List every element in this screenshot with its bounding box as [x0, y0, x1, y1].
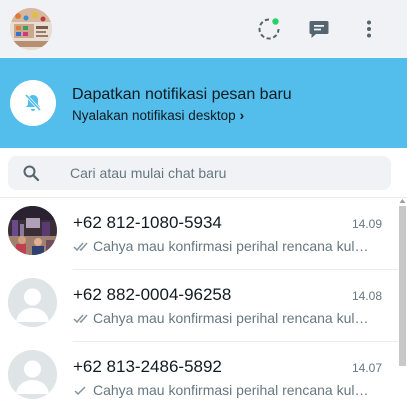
chat-preview-text: Cahya mau konfirmasi perihal rencana kul… — [93, 238, 371, 254]
scrollbar-thumb[interactable] — [399, 206, 406, 366]
contact-avatar — [8, 350, 57, 399]
enable-notifications-link[interactable]: Nyalakan notifikasi desktop › — [72, 108, 244, 123]
profile-avatar[interactable] — [10, 8, 52, 50]
chat-name: +62 813-2486-5892 — [73, 357, 222, 376]
chat-time: 14.07 — [351, 361, 382, 375]
chat-time: 14.08 — [351, 289, 382, 303]
chat-list-header — [0, 0, 407, 58]
chat-preview-text: Cahya mau konfirmasi perihal rencana kul… — [93, 382, 371, 398]
bell-off-icon — [10, 80, 56, 126]
contact-avatar — [8, 278, 57, 327]
chat-name: +62 812-1080-5934 — [73, 213, 222, 232]
search-box[interactable] — [8, 156, 391, 190]
notification-banner[interactable]: Dapatkan notifikasi pesan baru Nyalakan … — [0, 58, 407, 148]
chat-list: +62 812-1080-5934 14.09 Cahya mau konfir… — [0, 198, 398, 409]
chat-time: 14.09 — [351, 217, 382, 231]
banner-title: Dapatkan notifikasi pesan baru — [72, 86, 292, 103]
search-input[interactable] — [70, 163, 370, 183]
chat-preview: Cahya mau konfirmasi perihal rencana kul… — [73, 310, 371, 326]
banner-link-label: Nyalakan notifikasi desktop — [72, 108, 236, 123]
default-avatar-icon — [8, 278, 57, 327]
search-bar — [0, 148, 407, 198]
chat-list-item[interactable]: +62 882-0004-96258 14.08 Cahya mau konfi… — [0, 270, 398, 342]
chevron-right-icon: › — [239, 108, 245, 123]
status-badge — [272, 18, 279, 25]
menu-icon[interactable] — [355, 15, 383, 43]
chat-list-item[interactable]: +62 812-1080-5934 14.09 Cahya mau konfir… — [0, 198, 398, 270]
chat-preview: Cahya mau konfirmasi perihal rencana kul… — [73, 238, 371, 254]
contact-avatar — [8, 206, 57, 255]
double-check-icon — [73, 314, 88, 324]
chat-name: +62 882-0004-96258 — [73, 285, 232, 304]
scroll-up-arrow-icon[interactable] — [399, 198, 406, 204]
default-avatar-icon — [8, 350, 57, 399]
status-icon[interactable] — [255, 15, 283, 43]
chat-preview: Cahya mau konfirmasi perihal rencana kul… — [73, 382, 371, 398]
search-icon — [23, 165, 40, 182]
scrollbar[interactable] — [398, 198, 407, 409]
double-check-icon — [73, 242, 88, 252]
single-check-icon — [74, 386, 86, 396]
new-chat-icon[interactable] — [305, 15, 333, 43]
chat-preview-text: Cahya mau konfirmasi perihal rencana kul… — [93, 310, 371, 326]
chat-list-item[interactable]: +62 813-2486-5892 14.07 Cahya mau konfir… — [0, 342, 398, 409]
